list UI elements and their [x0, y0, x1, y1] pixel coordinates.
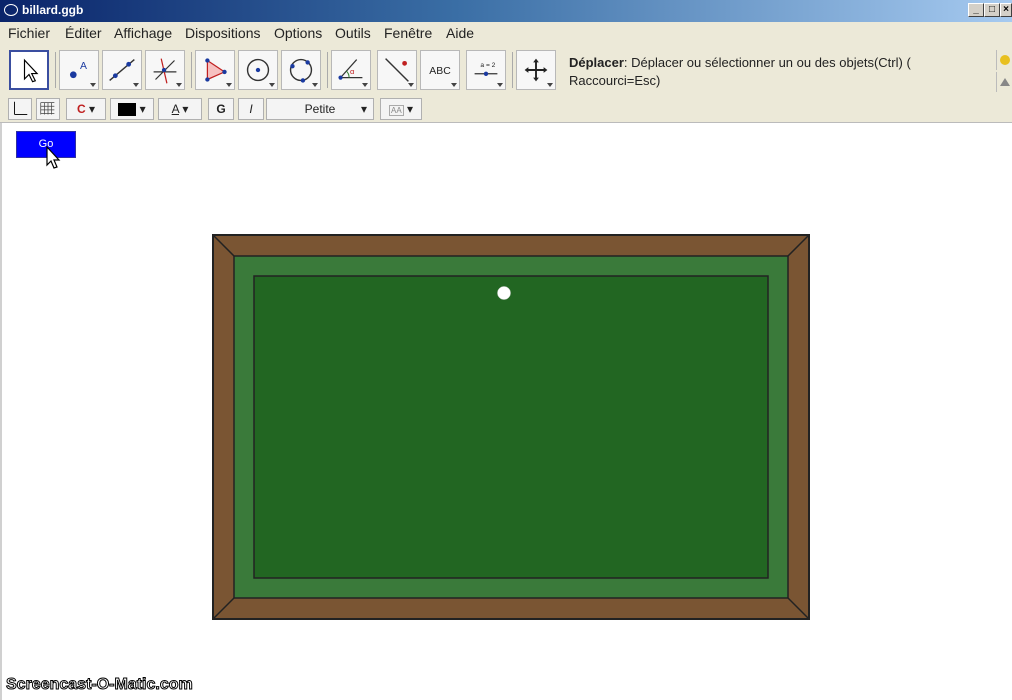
- tool-help-text-2: Raccourci=Esc): [569, 73, 661, 88]
- tool-polygon[interactable]: [195, 50, 235, 90]
- color-swatch: [118, 103, 137, 117]
- axes-icon: [14, 101, 28, 115]
- grid-toggle[interactable]: [36, 98, 60, 120]
- style-bar: C ▾ ▾ A ▾ G I Petite ▾ AA ▾: [0, 96, 1012, 123]
- minimize-button[interactable]: _: [968, 3, 984, 17]
- tool-help: Déplacer: Déplacer ou sélectionner un ou…: [569, 54, 989, 90]
- title-bar: billard.ggb _ □ ×: [0, 0, 1012, 22]
- undo-icon[interactable]: [996, 50, 1012, 70]
- menu-editer[interactable]: Éditer: [65, 25, 102, 41]
- tool-slider[interactable]: a = 2: [466, 50, 506, 90]
- italic-button[interactable]: I: [238, 98, 264, 120]
- tool-move[interactable]: [9, 50, 49, 90]
- tool-help-title: Déplacer: [569, 55, 624, 70]
- tool-text[interactable]: ABC: [420, 50, 460, 90]
- text-size-dropdown[interactable]: Petite ▾: [266, 98, 374, 120]
- menu-outils[interactable]: Outils: [335, 25, 371, 41]
- grid-icon: [40, 102, 55, 115]
- menu-options[interactable]: Options: [274, 25, 322, 41]
- tool-circle-three-points[interactable]: [281, 50, 321, 90]
- svg-text:a = 2: a = 2: [480, 62, 495, 69]
- close-button[interactable]: ×: [1000, 3, 1012, 17]
- tool-circle[interactable]: [238, 50, 278, 90]
- geogebra-app-icon: [4, 4, 18, 16]
- billiard-table: [212, 234, 810, 620]
- text-size-value: Petite: [304, 102, 336, 116]
- svg-text:A: A: [80, 61, 87, 72]
- menu-bar: Fichier Éditer Affichage Dispositions Op…: [0, 22, 1012, 47]
- magnet-dropdown[interactable]: C ▾: [66, 98, 106, 120]
- bold-button[interactable]: G: [208, 98, 234, 120]
- menu-aide[interactable]: Aide: [446, 25, 474, 41]
- tool-perpendicular[interactable]: [145, 50, 185, 90]
- chevron-down-icon: ▾: [360, 102, 367, 116]
- menu-fenetre[interactable]: Fenêtre: [384, 25, 432, 41]
- svg-text:ABC: ABC: [429, 66, 451, 77]
- text-size-icon-dropdown[interactable]: AA ▾: [380, 98, 422, 120]
- menu-affichage[interactable]: Affichage: [114, 25, 172, 41]
- move-arrow-icon: [23, 58, 39, 83]
- window-title: billard.ggb: [22, 3, 84, 17]
- label-style-dropdown[interactable]: A ▾: [158, 98, 202, 120]
- axes-toggle[interactable]: [8, 98, 32, 120]
- menu-dispositions[interactable]: Dispositions: [185, 25, 260, 41]
- label-style-icon: A: [171, 102, 179, 116]
- tool-line[interactable]: [102, 50, 142, 90]
- tool-angle[interactable]: α: [331, 50, 371, 90]
- tool-reflect[interactable]: [377, 50, 417, 90]
- screencast-watermark: Screencast-O-Matic.com: [6, 676, 194, 694]
- redo-icon[interactable]: [996, 72, 1012, 92]
- magnet-icon: C: [76, 102, 86, 116]
- table-felt: [253, 275, 769, 579]
- tool-move-view[interactable]: [516, 50, 556, 90]
- svg-text:α: α: [350, 67, 355, 76]
- text-size-icon: AA: [388, 105, 404, 116]
- color-dropdown[interactable]: ▾: [110, 98, 154, 120]
- mouse-cursor-icon: [46, 146, 61, 169]
- menu-fichier[interactable]: Fichier: [8, 25, 50, 41]
- tool-point[interactable]: A: [59, 50, 99, 90]
- billiard-ball[interactable]: [497, 286, 511, 300]
- maximize-button[interactable]: □: [984, 3, 1000, 17]
- tool-help-text: : Déplacer ou sélectionner un ou des obj…: [623, 55, 911, 70]
